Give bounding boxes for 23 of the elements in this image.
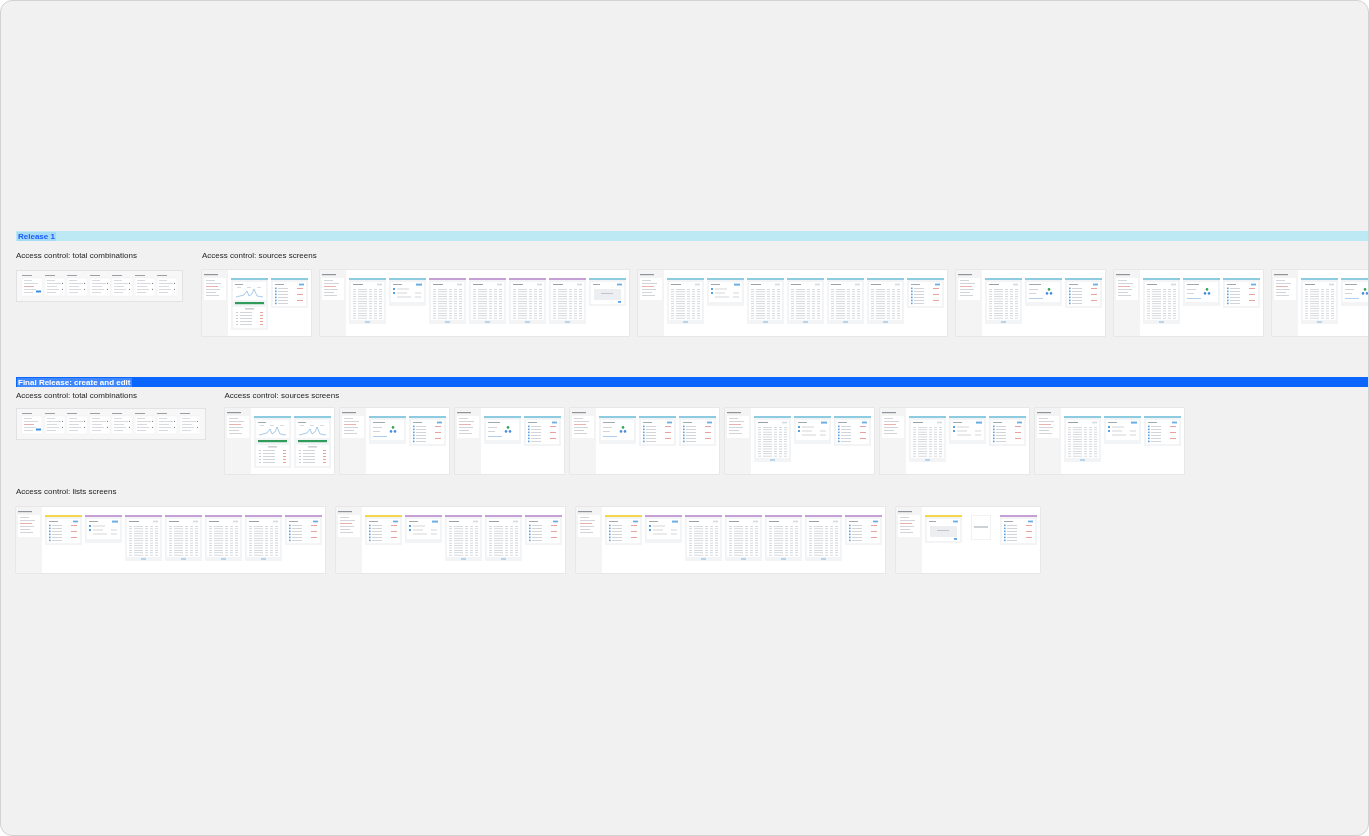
- option-card-sketch: [44, 413, 65, 435]
- section-title: Final Release: create and edit: [17, 377, 132, 387]
- option-card-sketch: [67, 275, 87, 297]
- summary-card-sketch: [22, 275, 42, 297]
- option-card-sketch: [67, 413, 87, 435]
- option-card-sketch: [179, 413, 200, 435]
- option-card-sketch: [112, 275, 132, 297]
- note-card-sketch: [971, 515, 991, 540]
- group-label: Access control: sources screens: [224, 391, 340, 400]
- group-label: Access control: sources screens: [202, 251, 317, 260]
- option-card-sketch: [134, 413, 155, 435]
- option-card-sketch: [89, 275, 110, 297]
- group-label: Access control: total combinations: [16, 391, 137, 400]
- group-label: Access control: total combinations: [16, 251, 137, 260]
- option-card-sketch: [44, 275, 65, 297]
- option-card-sketch: [157, 275, 177, 297]
- option-card-sketch: [157, 413, 177, 435]
- option-card-sketch: [134, 275, 155, 297]
- option-card-sketch: [112, 413, 132, 435]
- group-label: Access control: lists screens: [16, 487, 117, 496]
- option-card-sketch: [89, 413, 110, 435]
- section-title: Release 1: [17, 231, 56, 241]
- summary-card-sketch: [22, 413, 42, 435]
